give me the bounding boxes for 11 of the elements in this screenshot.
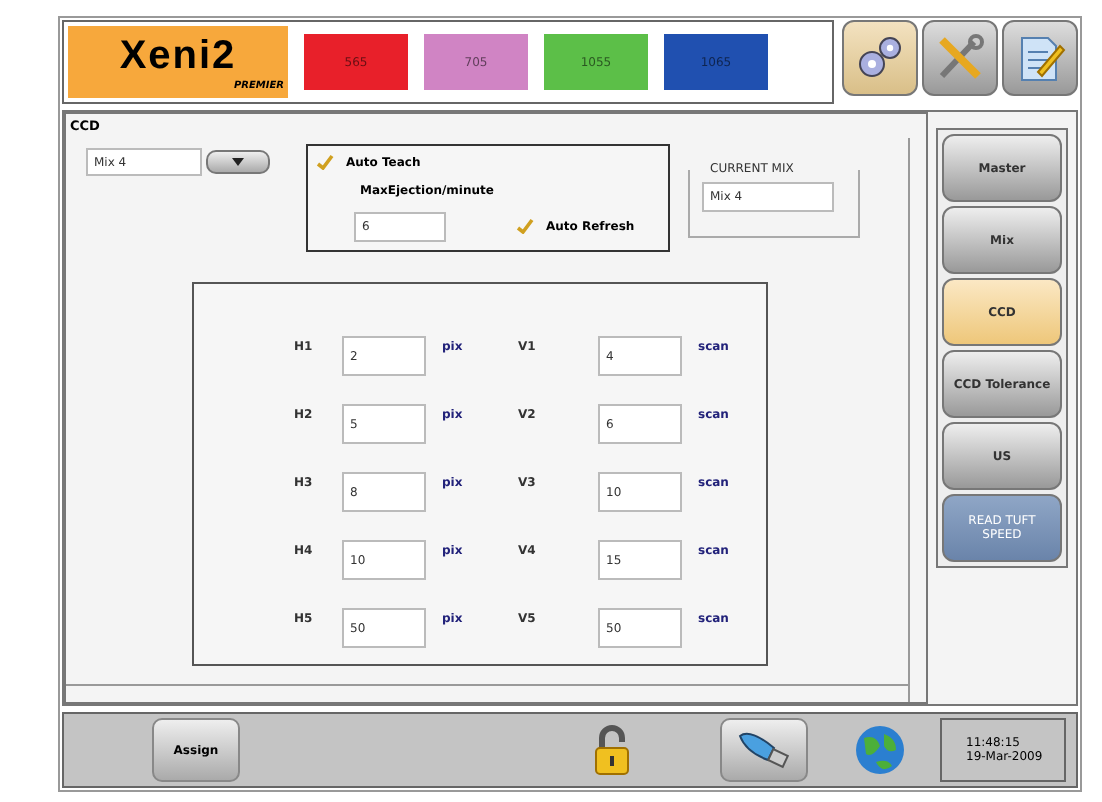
caret-icon — [232, 158, 244, 166]
globe-icon[interactable] — [852, 722, 908, 778]
notes-button[interactable] — [1002, 20, 1078, 96]
padlock-icon[interactable] — [592, 724, 632, 776]
logo-text: Xeni2 — [119, 33, 237, 79]
gears-button[interactable] — [842, 20, 918, 96]
dropdown-button[interactable] — [206, 150, 270, 174]
usb-button[interactable] — [720, 718, 808, 782]
checkmark-icon[interactable] — [316, 154, 334, 170]
checkmark-icon[interactable] — [516, 218, 534, 234]
tools-icon — [934, 32, 986, 84]
